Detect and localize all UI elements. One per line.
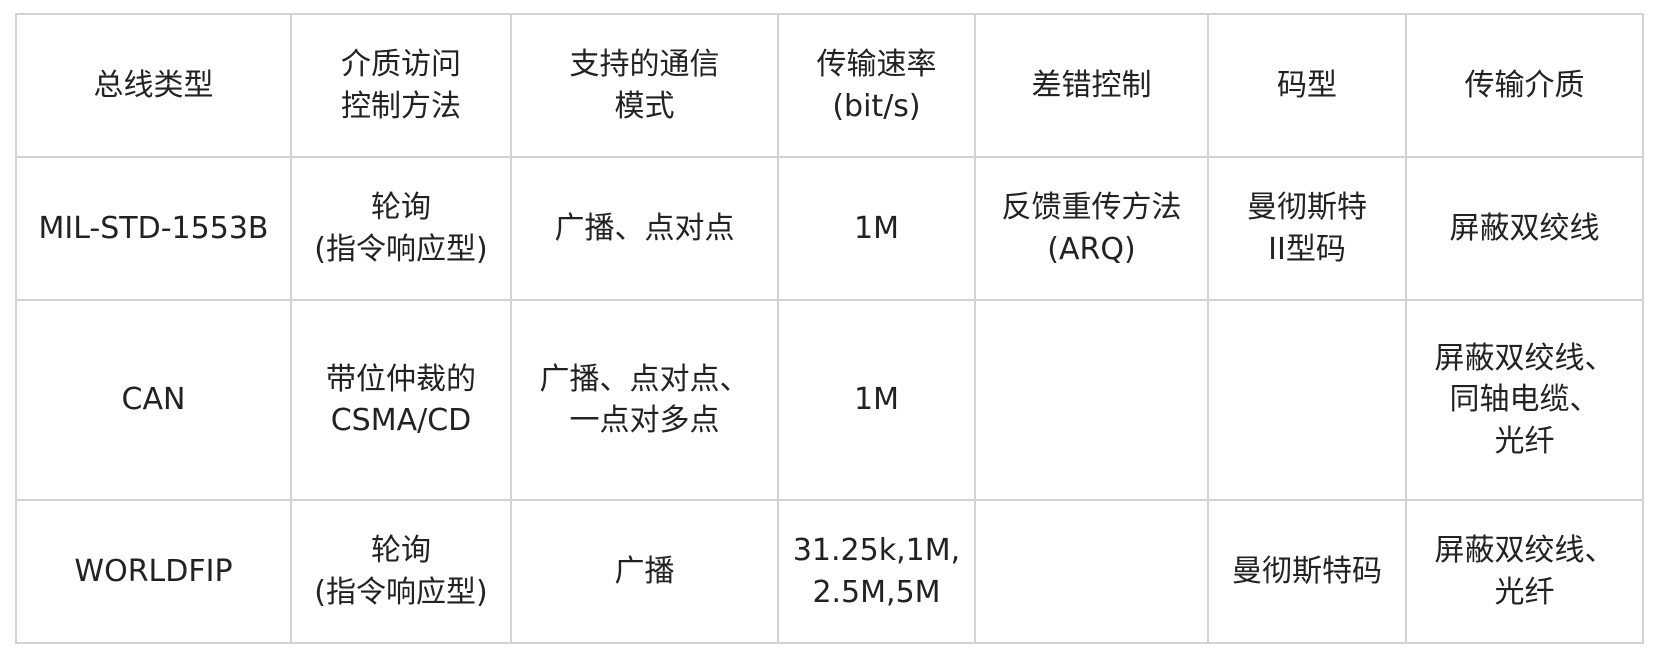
header-comm-mode: 支持的通信 模式 [510,13,779,158]
cell-coding [1207,299,1407,501]
cell-bus-type: WORLDFIP [15,499,292,644]
cell-coding: 曼彻斯特码 [1207,499,1407,644]
cell-medium: 屏蔽双绞线 [1405,156,1644,301]
header-coding: 码型 [1207,13,1407,158]
cell-access-control: 带位仲裁的 CSMA/CD [290,299,512,501]
header-rate: 传输速率 (bit/s) [777,13,976,158]
cell-rate: 1M [777,299,976,501]
cell-bus-type: MIL-STD-1553B [15,156,292,301]
cell-coding: 曼彻斯特 II型码 [1207,156,1407,301]
cell-medium: 屏蔽双绞线、 光纤 [1405,499,1644,644]
cell-error-control [974,499,1209,644]
table-row: MIL-STD-1553B 轮询 (指令响应型) 广播、点对点 1M 反馈重传方… [15,156,1644,301]
table-header-row: 总线类型 介质访问 控制方法 支持的通信 模式 传输速率 (bit/s) 差错控… [15,13,1644,158]
cell-error-control [974,299,1209,501]
bus-comparison-table: 总线类型 介质访问 控制方法 支持的通信 模式 传输速率 (bit/s) 差错控… [15,13,1644,644]
cell-rate: 1M [777,156,976,301]
header-access-control: 介质访问 控制方法 [290,13,512,158]
cell-bus-type: CAN [15,299,292,501]
header-medium: 传输介质 [1405,13,1644,158]
cell-comm-mode: 广播、点对点、 一点对多点 [510,299,779,501]
cell-error-control: 反馈重传方法 (ARQ) [974,156,1209,301]
cell-rate: 31.25k,1M, 2.5M,5M [777,499,976,644]
cell-comm-mode: 广播 [510,499,779,644]
table-row: CAN 带位仲裁的 CSMA/CD 广播、点对点、 一点对多点 1M 屏蔽双绞线… [15,299,1644,501]
cell-access-control: 轮询 (指令响应型) [290,499,512,644]
cell-access-control: 轮询 (指令响应型) [290,156,512,301]
header-error-control: 差错控制 [974,13,1209,158]
header-bus-type: 总线类型 [15,13,292,158]
table-row: WORLDFIP 轮询 (指令响应型) 广播 31.25k,1M, 2.5M,5… [15,499,1644,644]
cell-comm-mode: 广播、点对点 [510,156,779,301]
cell-medium: 屏蔽双绞线、 同轴电缆、 光纤 [1405,299,1644,501]
